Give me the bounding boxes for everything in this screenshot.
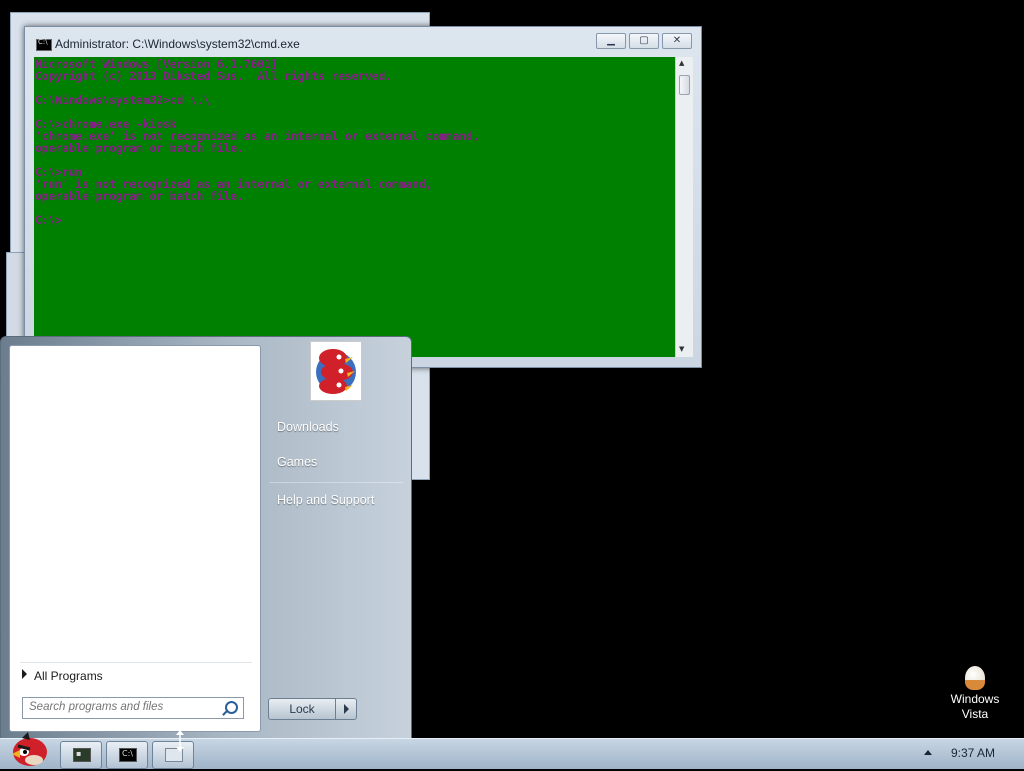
desktop-icon-label-line2: Vista: [961, 707, 989, 721]
taskbar-button-window-3[interactable]: [152, 741, 194, 769]
cmd-icon: C:\: [119, 748, 137, 762]
lock-button[interactable]: Lock: [268, 698, 336, 720]
console-output[interactable]: Microsoft Windows [Version 6.1.7601] Cop…: [34, 57, 675, 357]
lock-options-arrow-icon[interactable]: [335, 698, 357, 720]
console-window-icon: ▪: [73, 748, 91, 762]
start-separator: [269, 482, 403, 483]
mouse-cursor: [174, 730, 186, 752]
angry-bird-start-icon: [12, 732, 47, 766]
search-input[interactable]: [23, 698, 219, 716]
taskbar-button-window-1[interactable]: ▪: [60, 741, 102, 769]
start-button[interactable]: [8, 730, 48, 768]
angry-bird-avatar-icon: [311, 342, 361, 400]
all-programs-label: All Programs: [34, 669, 103, 683]
start-menu: All Programs Downloads Games Help and Su…: [0, 336, 412, 740]
vertical-scrollbar[interactable]: ▲ ▼: [675, 57, 693, 357]
start-left-pane: All Programs: [9, 345, 261, 732]
scroll-down-icon[interactable]: ▼: [679, 345, 684, 353]
arrow-right-icon: [22, 669, 27, 679]
taskbar-button-cmd[interactable]: C:\: [106, 741, 148, 769]
cmd-icon: [36, 38, 52, 51]
user-avatar[interactable]: [310, 341, 362, 401]
start-item-games[interactable]: Games: [277, 455, 317, 469]
scroll-up-icon[interactable]: ▲: [679, 59, 684, 67]
desktop-icon-label-line1: Windows: [950, 692, 1000, 706]
window-title: Administrator: C:\Windows\system32\cmd.e…: [55, 37, 300, 51]
start-item-help-and-support[interactable]: Help and Support: [277, 493, 374, 507]
search-box[interactable]: [22, 697, 244, 719]
taskbar-clock[interactable]: 9:37 AM: [951, 746, 995, 760]
cmd-window[interactable]: Administrator: C:\Windows\system32\cmd.e…: [24, 26, 702, 368]
start-item-downloads[interactable]: Downloads: [277, 420, 339, 434]
desktop-icon-windows-vista[interactable]: Windows Vista: [940, 666, 1010, 722]
show-hidden-icons-icon[interactable]: [924, 750, 932, 755]
minimize-button[interactable]: ▁: [596, 33, 626, 49]
all-programs-item[interactable]: All Programs: [20, 662, 252, 685]
egg-icon: [965, 666, 985, 690]
close-button[interactable]: ✕: [662, 33, 692, 49]
search-icon[interactable]: [225, 701, 238, 714]
taskbar: ▪ C:\: [0, 738, 1024, 769]
maximize-button[interactable]: ▢: [629, 33, 659, 49]
console-text: Microsoft Windows [Version 6.1.7601] Cop…: [35, 58, 480, 227]
scroll-thumb[interactable]: [679, 75, 690, 95]
